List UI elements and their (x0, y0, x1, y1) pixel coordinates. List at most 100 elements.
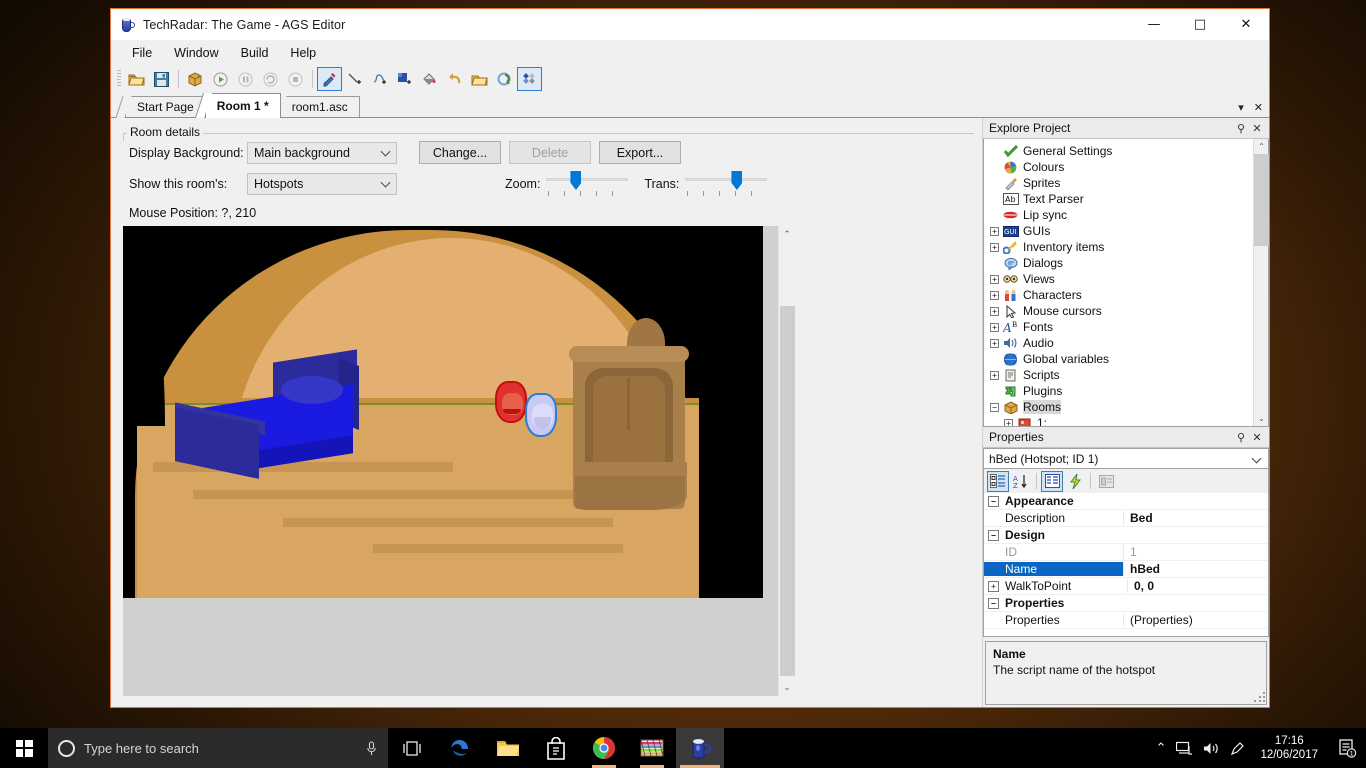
tree-item-general-settings[interactable]: General Settings (990, 143, 1253, 159)
expander-plus-icon[interactable]: + (990, 306, 999, 316)
expander-plus-icon[interactable]: + (990, 274, 999, 284)
properties-grid[interactable]: − Appearance Description Bed − Design ID… (983, 493, 1269, 637)
bed-hotspot-object[interactable] (169, 349, 359, 479)
eyedropper-icon[interactable] (317, 67, 342, 91)
property-value[interactable]: hBed (1123, 562, 1268, 576)
task-view-icon[interactable] (388, 728, 436, 768)
close-icon[interactable]: ✕ (1249, 429, 1265, 445)
tree-item-colours[interactable]: Colours (990, 159, 1253, 175)
close-button[interactable]: ✕ (1223, 9, 1269, 40)
tree-item-lip-sync[interactable]: Lip sync (990, 207, 1253, 223)
expander-plus-icon[interactable]: + (988, 580, 999, 592)
events-lightning-button[interactable] (1064, 471, 1086, 492)
property-row-id[interactable]: ID 1 (984, 544, 1268, 561)
edge-icon[interactable] (436, 728, 484, 768)
tab-room1-asc[interactable]: room1.asc (279, 96, 360, 117)
tree-item-rooms[interactable]: − Rooms (990, 399, 1253, 415)
undo-icon[interactable] (442, 67, 467, 91)
build-package-icon[interactable] (183, 67, 208, 91)
display-background-select[interactable]: Main background (247, 141, 397, 164)
scrollbar-thumb[interactable] (780, 306, 795, 676)
chevron-down-icon[interactable]: ▾ (1238, 101, 1244, 114)
open-project-icon[interactable] (124, 67, 149, 91)
property-pages-button[interactable] (1041, 470, 1063, 492)
expander-plus-icon[interactable]: + (990, 370, 999, 380)
property-row-walktopoint[interactable]: + WalkToPoint 0, 0 (984, 578, 1268, 595)
winrar-icon[interactable] (628, 728, 676, 768)
step-icon[interactable] (258, 67, 283, 91)
scroll-up-icon[interactable]: ⌃ (1254, 139, 1269, 154)
taskbar-search[interactable]: Type here to search (48, 728, 388, 768)
tree-item-inventory-items[interactable]: + Inventory items (990, 239, 1253, 255)
property-row-properties[interactable]: Properties (Properties) (984, 612, 1268, 629)
property-object-selector[interactable]: hBed (Hotspot; ID 1) (983, 448, 1269, 469)
microphone-icon[interactable] (364, 740, 378, 756)
menu-help[interactable]: Help (279, 43, 327, 63)
property-category-design[interactable]: − Design (984, 527, 1268, 544)
expander-plus-icon[interactable]: + (990, 322, 999, 332)
fill-bucket-icon[interactable] (417, 67, 442, 91)
resize-grip[interactable] (1252, 690, 1266, 704)
run-icon[interactable] (208, 67, 233, 91)
property-name[interactable]: Name (984, 562, 1123, 576)
menu-window[interactable]: Window (163, 43, 229, 63)
property-category-appearance[interactable]: − Appearance (984, 493, 1268, 510)
freehand-draw-icon[interactable] (367, 67, 392, 91)
tree-item-fonts[interactable]: + A B Fonts (990, 319, 1253, 335)
expander-plus-icon[interactable]: + (1004, 418, 1013, 426)
tree-item-views[interactable]: + Views (990, 271, 1253, 287)
change-button[interactable]: Change... (419, 141, 501, 164)
ags-editor-icon[interactable] (676, 728, 724, 768)
zoom-slider[interactable] (546, 171, 629, 197)
tree-item-sprites[interactable]: Sprites (990, 175, 1253, 191)
tree-item-guis[interactable]: + GUI GUIs (990, 223, 1253, 239)
notification-center-icon[interactable]: 1 (1334, 738, 1360, 758)
project-tree-panel[interactable]: General Settings Colours Sprites Ab Text… (983, 139, 1269, 427)
pin-icon[interactable]: ⚲ (1233, 120, 1249, 136)
expander-minus-icon[interactable]: − (988, 495, 999, 507)
room-canvas-host[interactable] (123, 226, 778, 696)
scroll-down-icon[interactable]: ⌄ (779, 679, 796, 696)
expander-minus-icon[interactable]: − (990, 402, 999, 412)
rectangle-draw-icon[interactable] (392, 67, 417, 91)
tree-item-dialogs[interactable]: Dialogs (990, 255, 1253, 271)
microsoft-store-icon[interactable] (532, 728, 580, 768)
character-blue[interactable] (525, 393, 557, 437)
tree-item-plugins[interactable]: Plugins (990, 383, 1253, 399)
maximize-button[interactable]: □ (1177, 9, 1223, 40)
show-hidden-icons-chevron[interactable]: ⌃ (1156, 741, 1167, 756)
pin-icon[interactable]: ⚲ (1233, 429, 1249, 445)
search-input-placeholder[interactable]: Type here to search (84, 741, 355, 756)
taskbar-clock[interactable]: 17:16 12/06/2017 (1254, 734, 1324, 762)
tab-start-page[interactable]: Start Page (125, 96, 206, 117)
expander-plus-icon[interactable]: + (990, 242, 999, 252)
start-button[interactable] (0, 728, 48, 768)
menu-build[interactable]: Build (230, 43, 280, 63)
scroll-down-icon[interactable]: ⌄ (1254, 411, 1269, 426)
pause-icon[interactable] (233, 67, 258, 91)
palette-dots-icon[interactable] (517, 67, 542, 91)
scroll-up-icon[interactable]: ⌃ (779, 226, 796, 243)
categorized-view-button[interactable] (987, 470, 1009, 492)
refresh-icon[interactable] (492, 67, 517, 91)
pen-icon[interactable] (1230, 741, 1245, 756)
property-row-description[interactable]: Description Bed (984, 510, 1268, 527)
open-folder-icon[interactable] (467, 67, 492, 91)
tab-room-1[interactable]: Room 1 * (204, 93, 281, 118)
tree-item-room-1[interactable]: + 1: (990, 415, 1253, 426)
property-value[interactable]: 0, 0 (1127, 579, 1268, 593)
close-tab-icon[interactable]: ✕ (1254, 101, 1263, 114)
menu-file[interactable]: File (121, 43, 163, 63)
scrollbar-thumb[interactable] (1254, 154, 1269, 246)
chrome-icon[interactable] (580, 728, 628, 768)
expander-minus-icon[interactable]: − (988, 529, 999, 541)
expander-minus-icon[interactable]: − (988, 597, 999, 609)
tree-item-characters[interactable]: + Characters (990, 287, 1253, 303)
tree-item-mouse-cursors[interactable]: + Mouse cursors (990, 303, 1253, 319)
stop-icon[interactable] (283, 67, 308, 91)
property-value[interactable]: (Properties) (1123, 613, 1268, 627)
file-explorer-icon[interactable] (484, 728, 532, 768)
save-icon[interactable] (149, 67, 174, 91)
export-button[interactable]: Export... (599, 141, 681, 164)
canvas-vertical-scrollbar[interactable]: ⌃ ⌄ (778, 226, 795, 696)
